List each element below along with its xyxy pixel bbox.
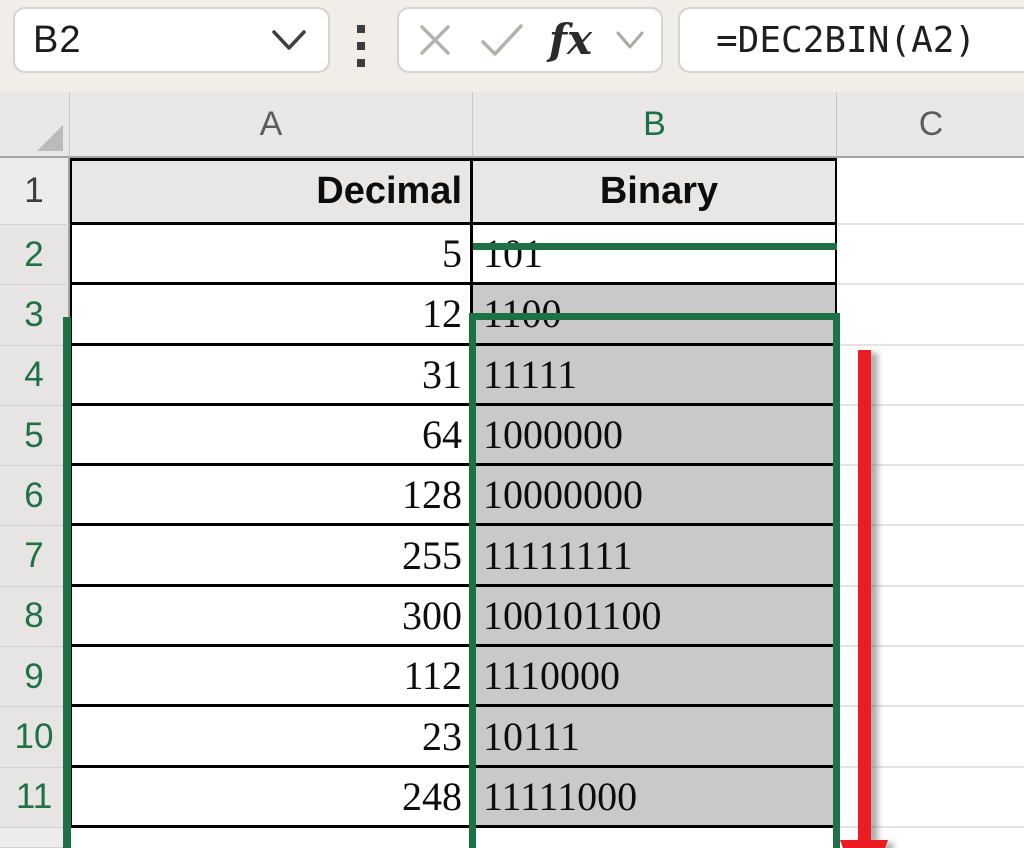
row-header-3[interactable]: 3 [0, 285, 70, 346]
cell-B9[interactable]: 1110000 [473, 647, 837, 708]
select-all-corner[interactable] [0, 92, 70, 158]
row-header-4[interactable]: 4 [0, 345, 70, 406]
cell-B5[interactable]: 1000000 [473, 405, 837, 467]
cell-B10[interactable]: 10111 [473, 707, 837, 768]
cell-A7[interactable]: 255 [70, 526, 473, 587]
formula-bar-region: B2 fx =DEC2BIN(A2) [0, 0, 1024, 92]
cell-B1[interactable]: Binary [473, 158, 837, 225]
row-header-1[interactable]: 1 [0, 158, 70, 225]
cancel-icon[interactable] [415, 20, 455, 60]
row-header-10[interactable]: 10 [0, 707, 70, 768]
excel-window: B2 fx =DEC2BIN(A2) A B C 1 Decimal Binar… [0, 0, 1024, 848]
formula-input[interactable]: =DEC2BIN(A2) [678, 7, 1024, 73]
column-header-A[interactable]: A [70, 92, 473, 158]
row-header-6[interactable]: 6 [0, 466, 70, 527]
cell-C2[interactable] [837, 225, 1024, 286]
row-header-9[interactable]: 9 [0, 647, 70, 708]
row-header-2[interactable]: 2 [0, 225, 70, 286]
formula-buttons-group: fx [397, 7, 663, 73]
cell-A9[interactable]: 112 [70, 647, 473, 708]
insert-function-icon[interactable]: fx [549, 19, 592, 61]
enter-check-icon[interactable] [478, 20, 526, 60]
name-box[interactable]: B2 [13, 7, 330, 73]
cell-A10[interactable]: 23 [70, 707, 473, 768]
fx-chevron-down-icon[interactable] [615, 29, 645, 51]
cell-B11[interactable]: 11111000 [473, 767, 837, 828]
cell-A12[interactable] [70, 827, 473, 848]
cell-C1[interactable] [837, 158, 1024, 225]
cell-A1[interactable]: Decimal [70, 158, 473, 225]
row-header-11[interactable]: 11 [0, 767, 70, 828]
column-header-C[interactable]: C [837, 92, 1024, 158]
cell-B12[interactable] [473, 827, 837, 848]
row-header-12[interactable]: 12 [0, 827, 70, 848]
cell-A11[interactable]: 248 [70, 767, 473, 828]
chevron-down-icon [272, 30, 306, 50]
cell-B7[interactable]: 11111111 [473, 526, 837, 587]
row-header-5[interactable]: 5 [0, 405, 70, 467]
cell-A5[interactable]: 64 [70, 405, 473, 467]
cell-B3[interactable]: 1100 [473, 285, 837, 346]
cell-B2-active[interactable]: 101 [473, 225, 837, 286]
select-all-triangle-icon [37, 125, 63, 151]
cell-C3[interactable] [837, 285, 1024, 346]
formula-text: =DEC2BIN(A2) [716, 19, 977, 61]
row-header-7[interactable]: 7 [0, 526, 70, 587]
column-header-B[interactable]: B [473, 92, 837, 158]
cell-A8[interactable]: 300 [70, 586, 473, 648]
cell-A4[interactable]: 31 [70, 345, 473, 406]
cell-A6[interactable]: 128 [70, 466, 473, 527]
cell-A2[interactable]: 5 [70, 225, 473, 286]
arrow-head-icon [840, 840, 888, 848]
formula-bar-drag-handle[interactable] [357, 25, 366, 67]
row-header-8[interactable]: 8 [0, 586, 70, 648]
cell-A3[interactable]: 12 [70, 285, 473, 346]
cell-B4[interactable]: 11111 [473, 345, 837, 406]
cell-B6[interactable]: 10000000 [473, 466, 837, 527]
cell-B8[interactable]: 100101100 [473, 586, 837, 648]
name-box-value: B2 [33, 18, 82, 61]
